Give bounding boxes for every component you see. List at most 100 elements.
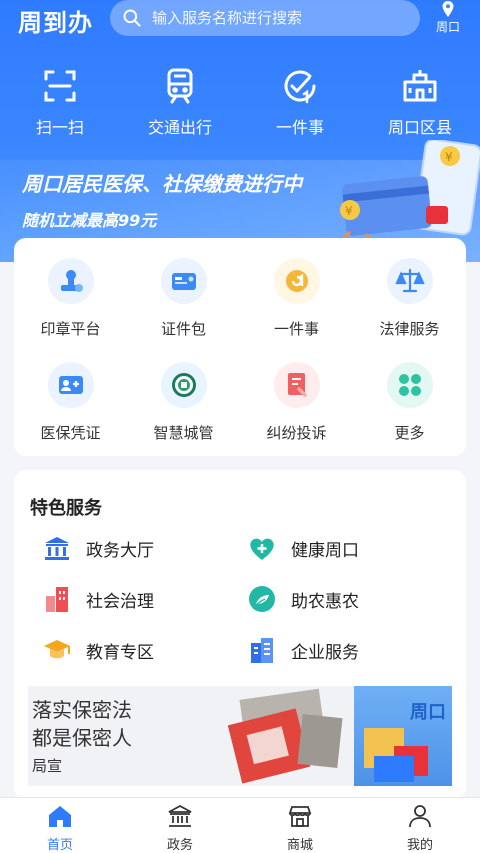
- tab-home[interactable]: 首页: [0, 798, 120, 853]
- service-legal[interactable]: 法律服务: [353, 258, 466, 362]
- featured-agriculture[interactable]: 助农惠农: [247, 585, 452, 613]
- city-emblem-icon: [171, 373, 196, 397]
- service-more[interactable]: 更多: [353, 362, 466, 466]
- featured-health[interactable]: 健康周口: [247, 534, 452, 562]
- service-icon-bg: [160, 362, 207, 408]
- services-grid: 印章平台 证件包 一件事 法律服务 医保凭证 智慧城管 纠纷投诉 更多: [14, 238, 466, 466]
- promo-line-1: 落实保密法: [32, 698, 132, 722]
- tab-profile[interactable]: 我的: [360, 798, 480, 853]
- quick-districts[interactable]: 周口区县: [360, 66, 480, 138]
- search-icon: [123, 9, 141, 27]
- search-input[interactable]: [152, 9, 392, 27]
- promo-line-3: 局宣: [32, 757, 63, 775]
- building-icon: [403, 70, 437, 102]
- featured-enterprise[interactable]: 企业服务: [247, 636, 452, 664]
- featured-gov-hall[interactable]: 政务大厅: [42, 534, 247, 562]
- banner-subtitle[interactable]: 随机立减最高99元: [22, 207, 156, 231]
- store-icon: [288, 806, 312, 827]
- service-smart-city[interactable]: 智慧城管: [127, 362, 240, 466]
- featured-social-governance[interactable]: 社会治理: [42, 585, 247, 613]
- promo-line-2: 都是保密人: [32, 726, 132, 750]
- service-icon-bg: [386, 258, 433, 304]
- service-label: 医保凭证: [40, 424, 101, 442]
- quick-scan[interactable]: 扫一扫: [0, 66, 120, 138]
- gift-box-illustration: [364, 728, 428, 782]
- service-icon-bg: [47, 362, 94, 408]
- quick-districts-label: 周口区县: [387, 118, 452, 137]
- promo-right-panel: 周口: [354, 686, 452, 786]
- promo-banner[interactable]: 落实保密法 都是保密人 局宣 周口: [28, 686, 452, 786]
- featured-label: 助农惠农: [291, 591, 359, 612]
- service-label: 证件包: [160, 320, 206, 338]
- services-card: 印章平台 证件包 一件事 法律服务 医保凭证 智慧城管 纠纷投诉 更多: [14, 238, 466, 456]
- tab-store-label: 商城: [286, 838, 313, 853]
- location-selector[interactable]: 周口: [430, 0, 466, 35]
- one-thing-icon: [284, 70, 316, 104]
- location-pin-icon: [442, 1, 454, 17]
- one-thing-icon: [285, 270, 308, 292]
- tab-government-label: 政务: [166, 838, 193, 853]
- city-buildings-icon: [46, 587, 68, 612]
- seal-icon: [60, 270, 83, 292]
- train-icon: [167, 68, 193, 104]
- service-id-wallet[interactable]: 证件包: [127, 258, 240, 362]
- banner-title[interactable]: 周口居民医保、社保缴费进行中: [22, 168, 302, 197]
- tab-profile-label: 我的: [406, 838, 433, 853]
- payment-card-illustration: ¥ ¥: [340, 140, 480, 240]
- quick-transport-label: 交通出行: [147, 118, 212, 137]
- scales-icon: [394, 268, 425, 293]
- quick-actions: 扫一扫 交通出行 一件事 周口区县: [0, 66, 480, 138]
- id-card-icon: [171, 273, 196, 290]
- service-icon-bg: [160, 258, 207, 304]
- featured-education[interactable]: 教育专区: [42, 636, 247, 664]
- medical-card-icon: [58, 376, 83, 394]
- svg-text:¥: ¥: [345, 204, 353, 218]
- featured-label: 政务大厅: [86, 540, 154, 561]
- service-label: 智慧城管: [153, 424, 214, 442]
- quick-one-thing[interactable]: 一件事: [240, 66, 360, 138]
- svg-text:¥: ¥: [445, 150, 453, 164]
- agriculture-icon: [249, 586, 275, 612]
- app-brand: 周到办: [18, 9, 93, 37]
- service-one-thing[interactable]: 一件事: [240, 258, 353, 362]
- service-icon-bg: [273, 258, 320, 304]
- promo-text: 落实保密法 都是保密人 局宣: [32, 696, 132, 780]
- service-icon-bg: [386, 362, 433, 408]
- featured-services-card: 特色服务 政务大厅 健康周口 社会治理 助农惠农 教育专区 企业服务 落实保密法: [14, 470, 466, 800]
- service-medical-voucher[interactable]: 医保凭证: [14, 362, 127, 466]
- service-seal-platform[interactable]: 印章平台: [14, 258, 127, 362]
- graduation-cap-icon: [44, 640, 70, 659]
- service-label: 纠纷投诉: [266, 424, 327, 442]
- featured-label: 社会治理: [86, 591, 154, 612]
- service-label: 印章平台: [40, 320, 101, 338]
- tab-home-label: 首页: [46, 838, 73, 853]
- health-heart-icon: [250, 538, 274, 560]
- confidential-seal-illustration: [227, 688, 343, 784]
- service-label: 法律服务: [379, 320, 440, 338]
- search-bar[interactable]: [110, 0, 420, 36]
- quick-transport[interactable]: 交通出行: [120, 66, 240, 138]
- service-label: 更多: [394, 424, 425, 442]
- quick-one-thing-label: 一件事: [275, 118, 324, 137]
- featured-title: 特色服务: [30, 498, 102, 519]
- hero-header: 周到办 周口 扫一扫 交通出行 一件事: [0, 0, 480, 262]
- more-icon: [398, 374, 421, 396]
- service-icon-bg: [273, 362, 320, 408]
- featured-label: 企业服务: [291, 642, 359, 663]
- scan-icon: [44, 70, 76, 102]
- featured-list: 政务大厅 健康周口 社会治理 助农惠农 教育专区 企业服务: [42, 534, 452, 664]
- tab-store[interactable]: 商城: [240, 798, 360, 853]
- complaint-icon: [287, 373, 307, 397]
- tab-government[interactable]: 政务: [120, 798, 240, 853]
- service-icon-bg: [47, 258, 94, 304]
- service-complaint[interactable]: 纠纷投诉: [240, 362, 353, 466]
- profile-icon: [409, 805, 431, 828]
- bottom-tab-bar: 首页 政务 商城 我的: [0, 797, 480, 853]
- government-icon: [168, 804, 192, 827]
- quick-scan-label: 扫一扫: [35, 118, 84, 137]
- government-hall-icon: [45, 537, 69, 560]
- featured-label: 教育专区: [86, 642, 154, 663]
- featured-label: 健康周口: [291, 540, 359, 561]
- enterprise-icon: [251, 638, 273, 663]
- top-bar: 周到办 周口: [0, 0, 480, 37]
